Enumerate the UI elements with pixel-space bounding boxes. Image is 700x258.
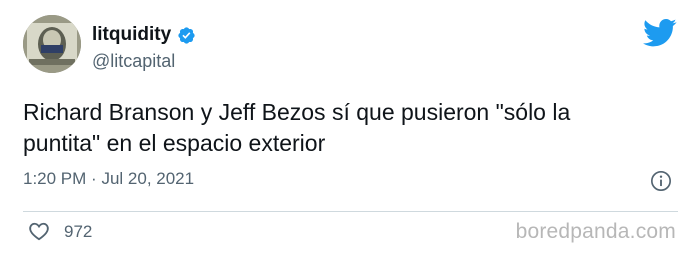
avatar-image (23, 15, 81, 73)
avatar[interactable] (23, 15, 81, 73)
like-count: 972 (64, 222, 93, 241)
heart-icon[interactable] (28, 221, 50, 241)
timestamp-separator: · (91, 169, 97, 188)
tweet-date: Jul 20, 2021 (101, 169, 195, 188)
author-name[interactable]: litquidity (92, 24, 171, 46)
author-handle[interactable]: @litcapital (92, 51, 175, 72)
verified-badge-icon (178, 26, 195, 44)
tweet-text-line-1: Richard Branson y Jeff Bezos sí que pusi… (23, 99, 571, 125)
watermark: boredpanda.com (515, 220, 676, 243)
divider (23, 211, 678, 212)
tweet-card: litquidity @litcapital Richard Branson y… (0, 0, 700, 258)
tweet-text-line-2: puntita" en el espacio exterior (23, 130, 326, 156)
author-name-row: litquidity (92, 24, 196, 46)
tweet-timestamp[interactable]: 1:20 PM · Jul 20, 2021 (23, 169, 194, 189)
twitter-bird-icon[interactable] (643, 18, 677, 48)
tweet-text: Richard Branson y Jeff Bezos sí que pusi… (23, 97, 663, 159)
tweet-time: 1:20 PM (23, 169, 87, 188)
info-icon[interactable] (650, 170, 672, 192)
